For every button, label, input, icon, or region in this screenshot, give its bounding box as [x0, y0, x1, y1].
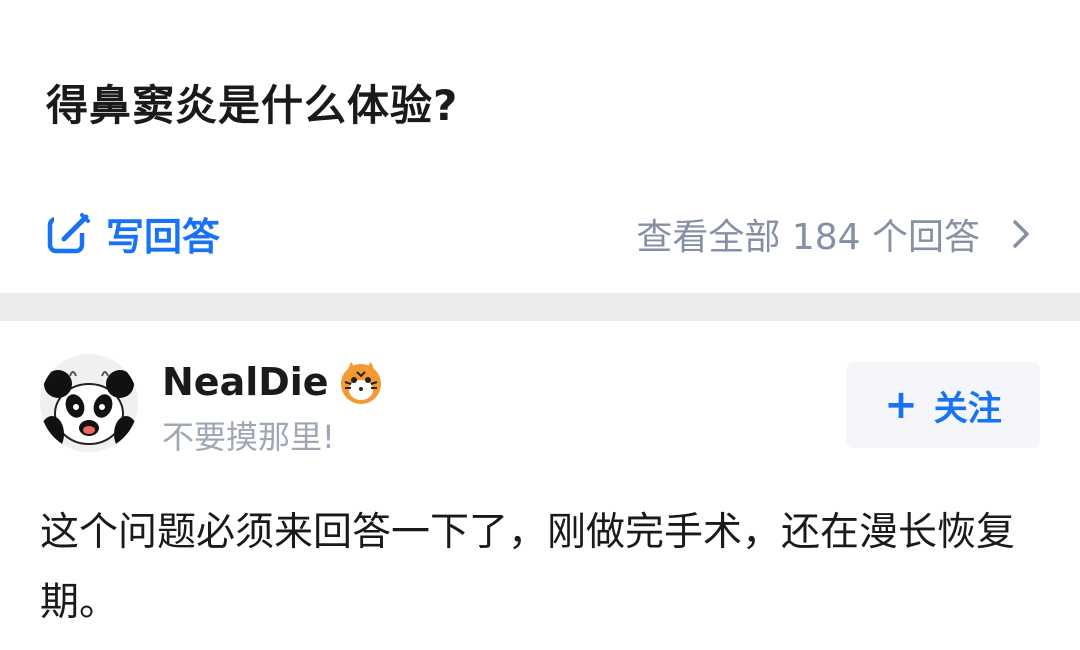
- answer-content[interactable]: 这个问题必须来回答一下了，刚做完手术，还在漫长恢复期。: [40, 498, 1040, 638]
- answer-page: 得鼻窦炎是什么体验? 写回答 查看全部 184 个回答 NealDie 不要摸那…: [0, 0, 1080, 650]
- follow-button-label: 关注: [933, 388, 1002, 429]
- follow-button[interactable]: + 关注: [846, 362, 1040, 448]
- write-answer-label: 写回答: [106, 215, 221, 259]
- tiger-badge-icon: [340, 362, 381, 404]
- question-action-row: 写回答 查看全部 184 个回答: [0, 200, 1080, 260]
- author-name[interactable]: NealDie: [162, 358, 385, 406]
- view-all-answers-link[interactable]: 查看全部 184 个回答: [636, 208, 1034, 260]
- panda-avatar: [40, 354, 138, 452]
- author-row: NealDie 不要摸那里! + 关注: [0, 340, 1080, 460]
- section-divider: [0, 293, 1080, 321]
- question-title[interactable]: 得鼻窦炎是什么体验?: [46, 72, 458, 133]
- author-avatar[interactable]: [40, 354, 138, 452]
- author-name-text: NealDie: [162, 360, 329, 404]
- chevron-right-icon: [1013, 220, 1029, 248]
- plus-icon: +: [884, 382, 918, 428]
- write-answer-button[interactable]: 写回答: [46, 206, 220, 261]
- view-all-answers-label: 查看全部 184 个回答: [636, 217, 980, 258]
- author-bio: 不要摸那里!: [162, 418, 335, 456]
- edit-icon: [47, 210, 92, 253]
